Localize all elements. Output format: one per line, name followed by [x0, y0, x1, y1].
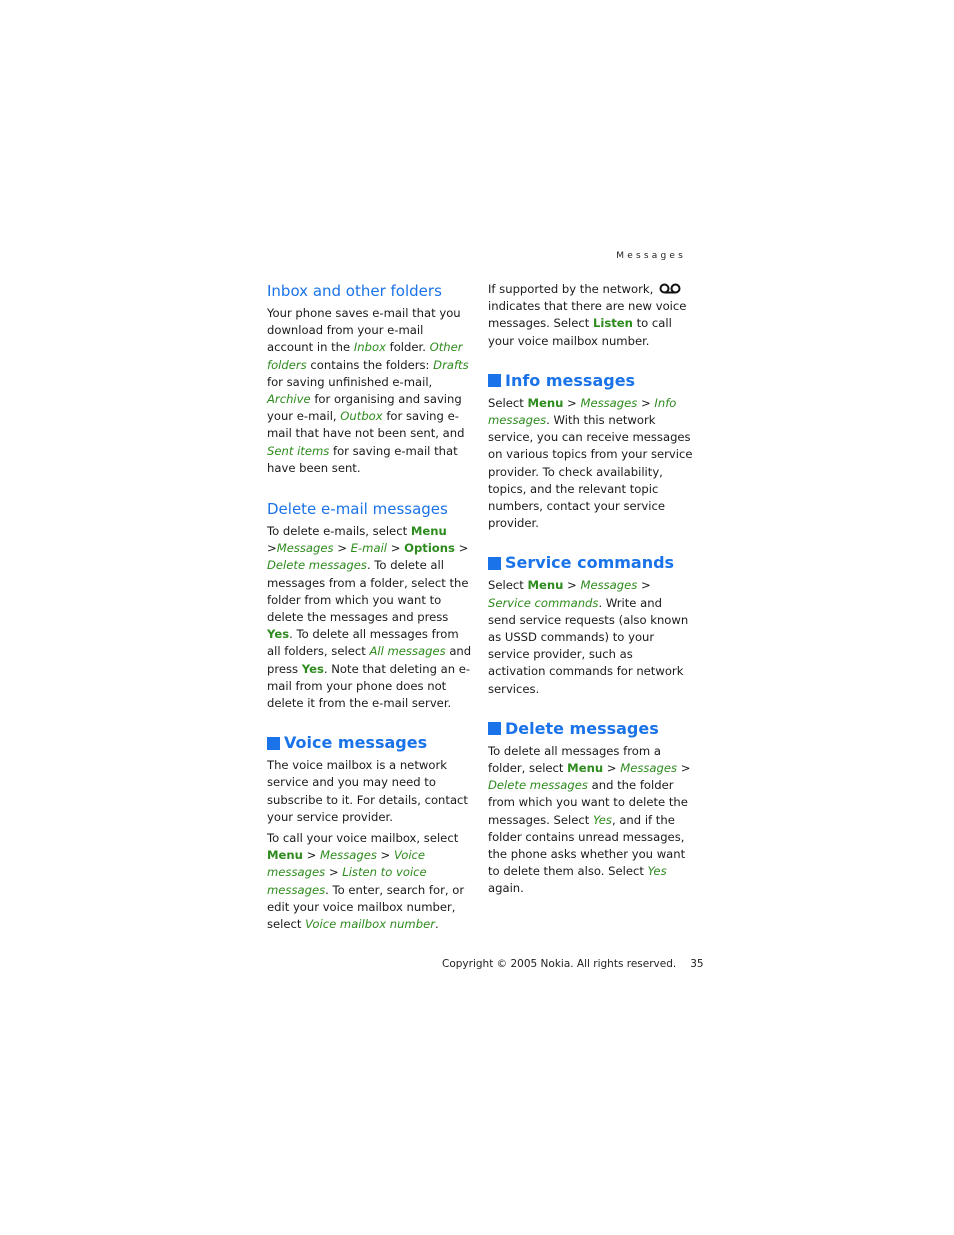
term-outbox: Outbox: [340, 409, 383, 424]
term-listen: Listen: [592, 316, 633, 331]
paragraph-voice-intro: The voice mailbox is a network service a…: [267, 758, 468, 824]
section-square-icon: [488, 722, 501, 736]
term-delete-messages: Delete messages: [267, 558, 367, 573]
term-drafts: Drafts: [433, 357, 469, 372]
manual-page: Messages Inbox and other folders Your ph…: [0, 0, 954, 1235]
term-menu: Menu: [567, 761, 604, 776]
term-messages: Messages: [620, 761, 678, 776]
term-menu: Menu: [410, 524, 447, 539]
term-inbox: Inbox: [353, 340, 386, 355]
term-menu: Menu: [267, 848, 303, 863]
heading-delete-messages: Delete messages: [488, 718, 693, 740]
section-square-icon: [488, 374, 501, 388]
term-sent-items: Sent items: [267, 443, 330, 458]
term-yes: Yes: [301, 661, 324, 676]
heading-delete-email: Delete e-mail messages: [267, 500, 448, 519]
term-voice-mailbox-number: Voice mailbox number: [305, 917, 435, 932]
running-head: Messages: [616, 251, 686, 261]
paragraph-info: Select Menu > Messages > Info messages. …: [488, 395, 693, 531]
term-yes: Yes: [267, 627, 290, 642]
paragraph-voice-indicator: If supported by the network, indicates t…: [488, 282, 687, 348]
term-menu: Menu: [527, 395, 564, 410]
term-menu: Menu: [527, 578, 564, 593]
section-square-icon: [488, 556, 501, 570]
term-yes: Yes: [647, 864, 667, 879]
heading-info-messages: Info messages: [488, 370, 693, 392]
paragraph-delete: To delete all messages from a folder, se…: [488, 743, 691, 896]
term-email: E-mail: [350, 541, 388, 556]
term-delete-messages: Delete messages: [488, 778, 588, 793]
paragraph-delete-email: To delete e-mails, select Menu >Messages…: [267, 524, 472, 711]
left-column: Inbox and other folders Your phone saves…: [267, 281, 472, 937]
term-options: Options: [404, 541, 455, 556]
section-square-icon: [267, 736, 280, 750]
page-number: 35: [690, 958, 704, 970]
heading-voice-messages: Voice messages: [267, 732, 472, 754]
term-messages: Messages: [580, 578, 638, 593]
term-messages: Messages: [320, 848, 377, 863]
heading-inbox-folders: Inbox and other folders: [267, 282, 442, 300]
paragraph-voice-call: To call your voice mailbox, select Menu …: [267, 831, 465, 932]
term-archive: Archive: [267, 392, 311, 407]
heading-service-commands: Service commands: [488, 552, 693, 574]
term-messages: Messages: [276, 541, 334, 556]
term-service-commands: Service commands: [488, 595, 599, 610]
right-column: If supported by the network, indicates t…: [488, 281, 693, 902]
page-footer: Copyright © 2005 Nokia. All rights reser…: [442, 958, 704, 970]
term-yes: Yes: [592, 812, 612, 827]
paragraph-inbox: Your phone saves e-mail that you downloa…: [267, 306, 469, 475]
copyright-notice: Copyright © 2005 Nokia. All rights reser…: [442, 958, 677, 970]
voicemail-icon: [659, 283, 681, 294]
paragraph-service: Select Menu > Messages > Service command…: [488, 578, 689, 696]
term-messages: Messages: [580, 395, 638, 410]
term-all-messages: All messages: [369, 644, 446, 659]
